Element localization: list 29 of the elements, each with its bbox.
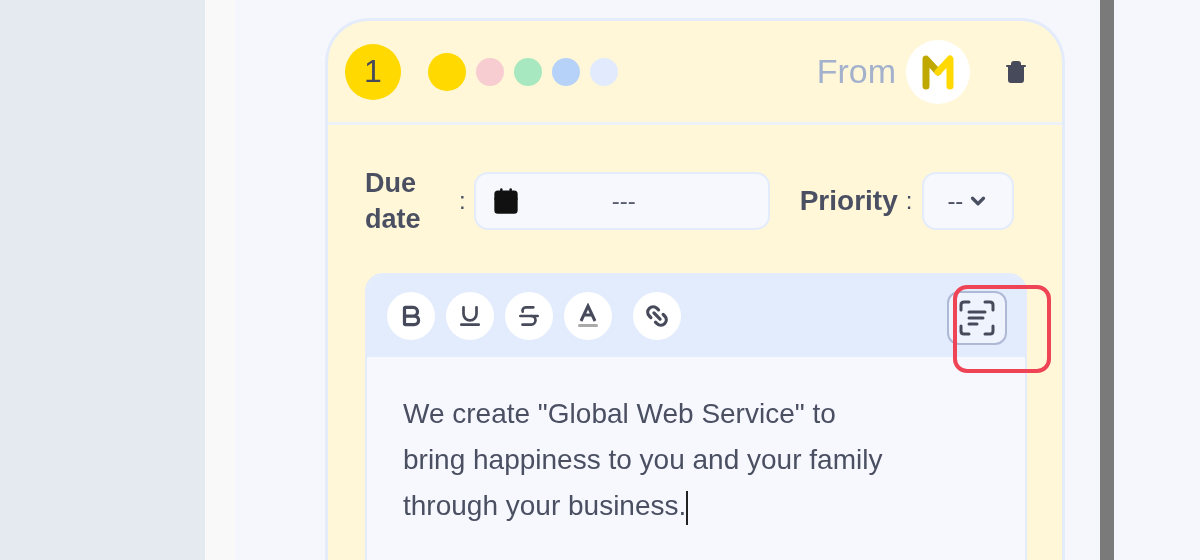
strikethrough-button[interactable] <box>505 292 553 340</box>
text-scan-icon <box>957 298 997 338</box>
text-cursor <box>686 490 689 525</box>
color-swatch[interactable] <box>590 57 618 86</box>
priority-label: Priority <box>799 185 898 217</box>
underline-button[interactable] <box>446 292 494 340</box>
separator: : <box>905 187 913 215</box>
text-color-button[interactable] <box>564 292 612 340</box>
logo-icon <box>921 53 955 90</box>
link-button[interactable] <box>633 292 681 340</box>
trash-icon <box>1004 59 1028 84</box>
strikethrough-icon <box>516 303 542 329</box>
editor-text: We create "Global Web Service" to bring happiness to you and your family through your business. <box>367 357 929 560</box>
bold-button[interactable] <box>387 292 435 340</box>
text-color-icon <box>575 303 601 329</box>
due-date-field[interactable]: --- <box>473 172 770 230</box>
color-swatch[interactable] <box>476 57 504 86</box>
color-swatch[interactable] <box>552 57 580 86</box>
calendar-icon <box>491 187 520 215</box>
priority-select[interactable]: -- <box>922 172 1015 230</box>
separator: : <box>459 187 466 215</box>
card-number: 1 <box>345 43 401 100</box>
from-label: From <box>816 52 896 91</box>
underline-icon <box>457 303 483 329</box>
color-swatch[interactable] <box>428 52 466 91</box>
delete-button[interactable] <box>1004 59 1028 84</box>
text-scan-button[interactable] <box>947 291 1007 345</box>
color-swatch[interactable] <box>514 57 542 86</box>
due-date-label: Due date <box>365 167 422 236</box>
